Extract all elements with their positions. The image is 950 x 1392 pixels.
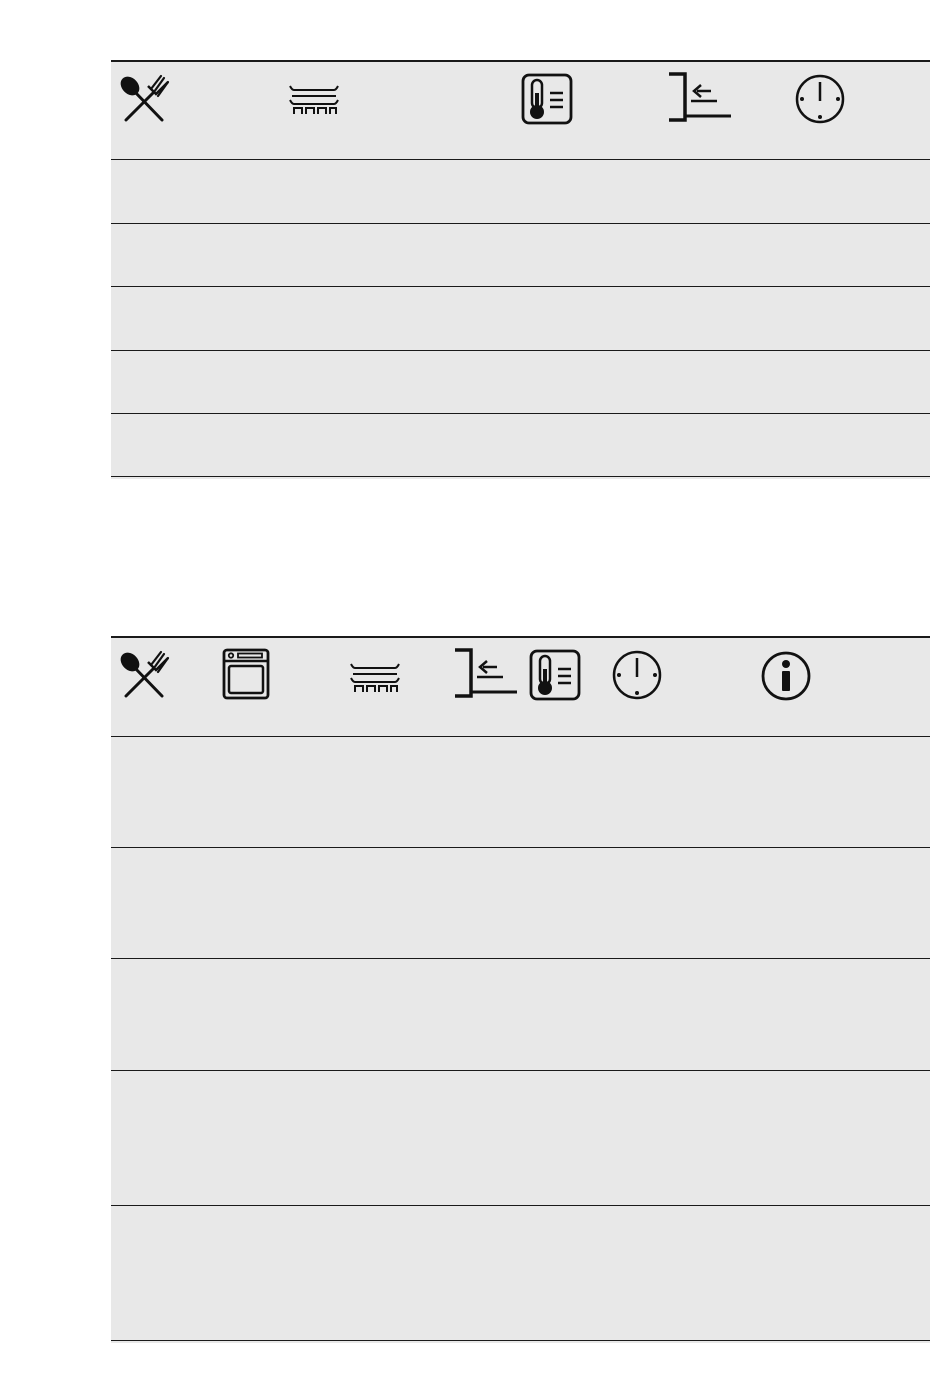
clock-icon: [794, 73, 846, 125]
row-divider: [111, 413, 930, 414]
cutlery-icon: [118, 650, 170, 702]
table-bottom-rule: [111, 476, 930, 477]
shelf-position-icon: [453, 647, 519, 699]
shelf-position-icon: [667, 71, 733, 123]
table-2: [111, 636, 930, 1343]
row-divider: [111, 847, 930, 848]
info-icon: [760, 650, 812, 702]
shelf-rack-icon: [349, 660, 401, 696]
table-1: [111, 60, 930, 479]
row-divider: [111, 1205, 930, 1206]
oven-icon: [222, 648, 270, 700]
table-bottom-rule: [111, 1340, 930, 1341]
row-divider: [111, 350, 930, 351]
row-divider: [111, 223, 930, 224]
row-divider: [111, 736, 930, 737]
clock-icon: [611, 649, 663, 701]
row-divider: [111, 159, 930, 160]
thermometer-icon: [529, 649, 581, 701]
cutlery-icon: [118, 74, 170, 126]
row-divider: [111, 1070, 930, 1071]
thermometer-icon: [521, 73, 573, 125]
shelf-rack-icon: [288, 82, 340, 118]
row-divider: [111, 286, 930, 287]
row-divider: [111, 958, 930, 959]
